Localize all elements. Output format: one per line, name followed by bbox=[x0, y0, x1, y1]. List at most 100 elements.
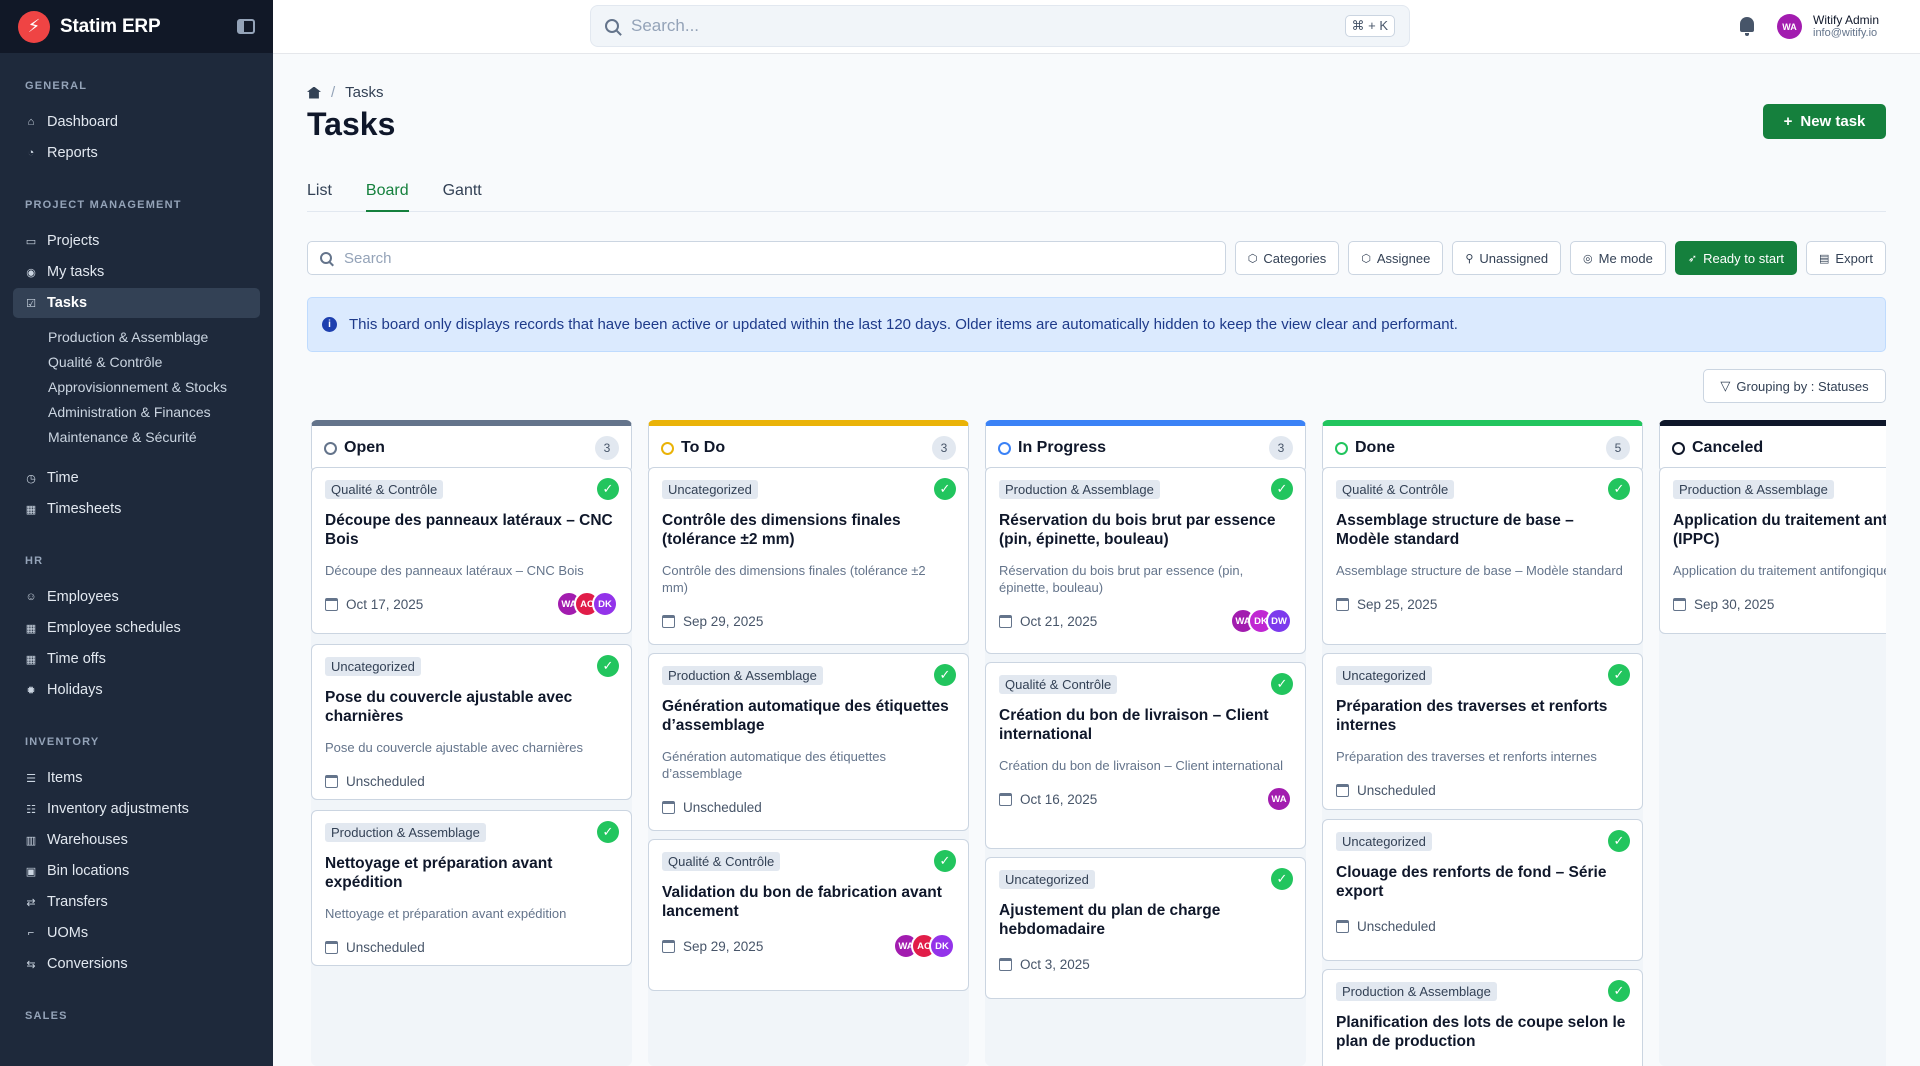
ready-to-start-button[interactable]: ➶ Ready to start bbox=[1674, 241, 1798, 275]
check-circle-icon[interactable]: ✓ bbox=[1271, 478, 1293, 500]
avatar[interactable]: WA bbox=[1266, 786, 1292, 812]
sidebar-subitem-maintenance[interactable]: Maintenance & Sécurité bbox=[0, 425, 273, 450]
check-circle-icon[interactable]: ✓ bbox=[597, 655, 619, 677]
card-title[interactable]: Validation du bon de fabrication avant l… bbox=[662, 883, 955, 921]
section-sales: SALES bbox=[25, 1010, 68, 1022]
sidebar-item-warehouses[interactable]: ▥ Warehouses bbox=[13, 825, 260, 855]
tab-board[interactable]: Board bbox=[365, 178, 409, 212]
check-circle-icon[interactable]: ✓ bbox=[934, 478, 956, 500]
sidebar-item-uoms[interactable]: ⌐ UOMs bbox=[13, 918, 260, 948]
sidebar-item-conversions[interactable]: ⇆ Conversions bbox=[13, 949, 260, 979]
grouping-select[interactable]: ▽ Grouping by : Statuses bbox=[1703, 369, 1886, 403]
task-card[interactable]: Production & Assemblage✓Application du t… bbox=[1659, 467, 1886, 634]
card-title[interactable]: Création du bon de livraison – Client in… bbox=[999, 706, 1292, 744]
task-card[interactable]: Production & Assemblage ✓ Planification de… bbox=[1322, 969, 1643, 1066]
avatar[interactable]: DK bbox=[929, 933, 955, 959]
sidebar-item-time-offs[interactable]: ▦ Time offs bbox=[13, 644, 260, 674]
sidebar-item-timesheets[interactable]: ▦ Timesheets bbox=[13, 494, 260, 524]
sidebar-subitem-approvisionnement[interactable]: Approvisionnement & Stocks bbox=[0, 375, 273, 400]
user-name[interactable]: Witify Admin bbox=[1813, 13, 1879, 27]
card-title[interactable]: Assemblage structure de base – Modèle st… bbox=[1336, 511, 1629, 549]
task-card[interactable]: Production & Assemblage ✓ Nettoyage et pré… bbox=[311, 810, 632, 966]
bell-icon[interactable] bbox=[1740, 17, 1754, 36]
card-title[interactable]: Contrôle des dimensions finales (toléran… bbox=[662, 511, 955, 549]
task-card[interactable]: Production & Assemblage ✓ Réservation du b… bbox=[985, 467, 1306, 654]
task-card[interactable]: Qualité & Contrôle ✓ Validation du bon de … bbox=[648, 839, 969, 991]
check-circle-icon[interactable]: ✓ bbox=[1271, 673, 1293, 695]
avatar[interactable]: WA bbox=[1777, 14, 1802, 39]
card-title[interactable]: Ajustement du plan de charge hebdomadair… bbox=[999, 901, 1292, 939]
sidebar-item-items[interactable]: ☰ Items bbox=[13, 763, 260, 793]
assignee-filter-button[interactable]: ⬡ Assignee bbox=[1348, 241, 1444, 275]
export-button[interactable]: ▤ Export bbox=[1806, 241, 1886, 275]
column-header[interactable]: To Do 3 bbox=[648, 420, 969, 471]
home-icon[interactable] bbox=[307, 86, 321, 99]
sidebar-item-tasks[interactable]: ☑ Tasks bbox=[13, 288, 260, 318]
check-circle-icon[interactable]: ✓ bbox=[1608, 478, 1630, 500]
check-circle-icon[interactable]: ✓ bbox=[1271, 868, 1293, 890]
sidebar-item-reports[interactable]: ◔ Reports bbox=[13, 138, 260, 168]
sidebar-item-inventory-adjustments[interactable]: ☷ Inventory adjustments bbox=[13, 794, 260, 824]
task-card[interactable]: Uncategorized ✓ Préparation des traverses … bbox=[1322, 653, 1643, 810]
filter-label: Me mode bbox=[1598, 250, 1653, 266]
sidebar-subitem-qualite[interactable]: Qualité & Contrôle bbox=[0, 350, 273, 375]
sidebar-subitem-production[interactable]: Production & Assemblage bbox=[0, 325, 273, 350]
user-circle-icon: ◎ bbox=[1583, 252, 1593, 265]
check-circle-icon[interactable]: ✓ bbox=[597, 478, 619, 500]
filter-label: Ready to start bbox=[1703, 250, 1785, 266]
check-circle-icon[interactable]: ✓ bbox=[1608, 664, 1630, 686]
task-card[interactable]: Uncategorized ✓ Ajustement du plan de char… bbox=[985, 857, 1306, 999]
app-logo[interactable]: ⚡ bbox=[18, 10, 50, 43]
sidebar-item-transfers[interactable]: ⇄ Transfers bbox=[13, 887, 260, 917]
unassigned-filter-button[interactable]: ⚲ Unassigned bbox=[1452, 241, 1562, 275]
sidebar-item-bin-locations[interactable]: ▣ Bin locations bbox=[13, 856, 260, 886]
card-title[interactable]: Clouage des renforts de fond – Série exp… bbox=[1336, 863, 1629, 901]
sidebar-item-employees[interactable]: ☺ Employees bbox=[13, 582, 260, 612]
convert-icon: ⇆ bbox=[26, 958, 36, 971]
app-brand[interactable]: Statim ERP bbox=[60, 16, 161, 38]
task-card[interactable]: Uncategorized ✓ Pose du couvercle ajustabl… bbox=[311, 644, 632, 800]
sidebar-item-projects[interactable]: ▭ Projects bbox=[13, 226, 260, 256]
task-card[interactable]: Qualité & Contrôle ✓ Création du bon de li… bbox=[985, 662, 1306, 849]
card-title[interactable]: Pose du couvercle ajustable avec charniè… bbox=[325, 688, 618, 726]
sidebar-item-holidays[interactable]: ✹ Holidays bbox=[13, 675, 260, 705]
check-circle-icon[interactable]: ✓ bbox=[1608, 980, 1630, 1002]
column-header[interactable]: In Progress 3 bbox=[985, 420, 1306, 471]
avatar[interactable]: DK bbox=[592, 591, 618, 617]
card-title[interactable]: Génération automatique des étiquettes d’… bbox=[662, 697, 955, 735]
breadcrumb-current[interactable]: Tasks bbox=[345, 84, 383, 101]
tab-gantt[interactable]: Gantt bbox=[443, 178, 482, 212]
task-card[interactable]: Production & Assemblage ✓ Génération autom… bbox=[648, 653, 969, 831]
check-circle-icon[interactable]: ✓ bbox=[934, 664, 956, 686]
global-search-input[interactable]: Search... ⌘ + K bbox=[590, 5, 1410, 47]
sidebar-item-time[interactable]: ◷ Time bbox=[13, 463, 260, 493]
task-card[interactable]: Uncategorized ✓ Contrôle des dimensions fi… bbox=[648, 467, 969, 645]
task-card[interactable]: Qualité & Contrôle ✓ Découpe des panneaux … bbox=[311, 467, 632, 634]
calendar-icon bbox=[1336, 783, 1349, 797]
sidebar-item-dashboard[interactable]: ⌂ Dashboard bbox=[13, 107, 260, 137]
board-search-input[interactable]: Search bbox=[307, 241, 1226, 275]
categories-filter-button[interactable]: ⬡ Categories bbox=[1234, 241, 1340, 275]
card-title[interactable]: Planification des lots de coupe selon le… bbox=[1336, 1013, 1629, 1051]
check-circle-icon[interactable]: ✓ bbox=[597, 821, 619, 843]
sidebar-subitem-administration[interactable]: Administration & Finances bbox=[0, 400, 273, 425]
column-header[interactable]: Canceled bbox=[1659, 420, 1886, 471]
task-card[interactable]: Qualité & Contrôle ✓ Assemblage structure … bbox=[1322, 467, 1643, 645]
sidebar-item-employee-schedules[interactable]: ▦ Employee schedules bbox=[13, 613, 260, 643]
avatar[interactable]: DW bbox=[1266, 608, 1292, 634]
card-title[interactable]: Découpe des panneaux latéraux – CNC Bois bbox=[325, 511, 618, 549]
card-title[interactable]: Nettoyage et préparation avant expéditio… bbox=[325, 854, 618, 892]
check-circle-icon[interactable]: ✓ bbox=[934, 850, 956, 872]
sidebar-item-my-tasks[interactable]: ◉ My tasks bbox=[13, 257, 260, 287]
card-title[interactable]: Réservation du bois brut par essence (pi… bbox=[999, 511, 1292, 549]
task-card[interactable]: Uncategorized ✓ Clouage des renforts de fo… bbox=[1322, 819, 1643, 961]
me-mode-button[interactable]: ◎ Me mode bbox=[1570, 241, 1666, 275]
new-task-button[interactable]: + New task bbox=[1763, 104, 1886, 139]
column-header[interactable]: Open 3 bbox=[311, 420, 632, 471]
tab-list[interactable]: List bbox=[307, 178, 332, 212]
sidebar-collapse-icon[interactable] bbox=[237, 19, 255, 34]
column-header[interactable]: Done 5 bbox=[1322, 420, 1643, 471]
card-title[interactable]: Application du traitement antifongique (… bbox=[1673, 511, 1886, 549]
card-title[interactable]: Préparation des traverses et renforts in… bbox=[1336, 697, 1629, 735]
check-circle-icon[interactable]: ✓ bbox=[1608, 830, 1630, 852]
